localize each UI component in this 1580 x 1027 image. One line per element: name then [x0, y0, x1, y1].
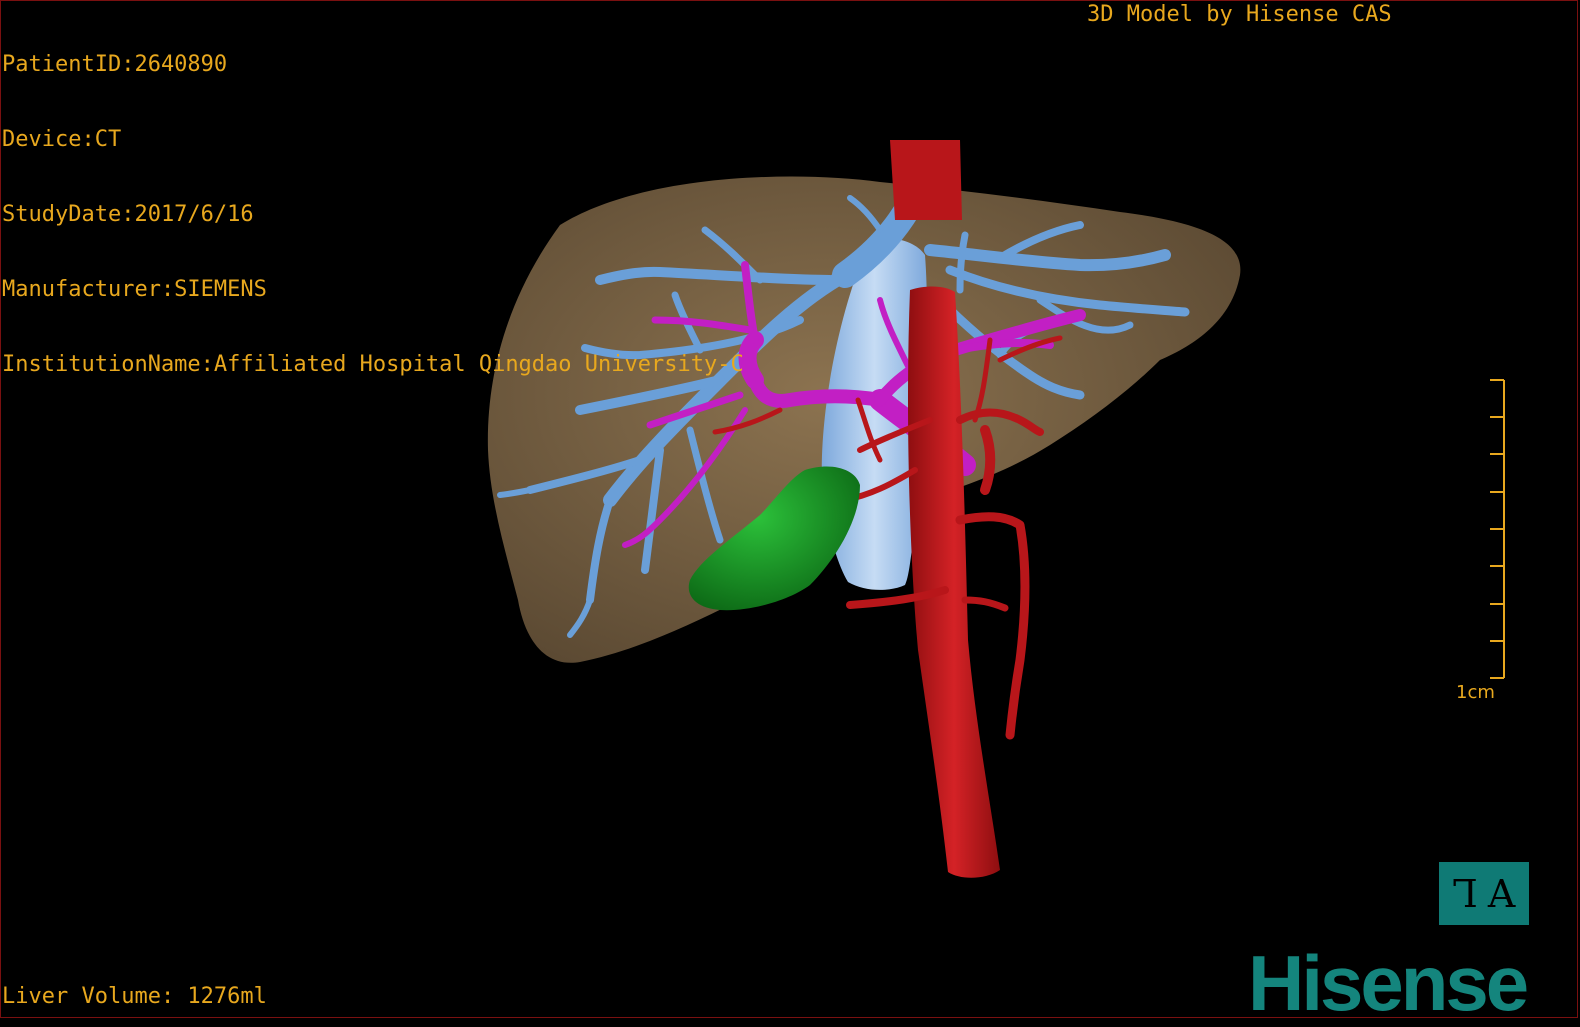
scale-bar-label: 1cm [1456, 682, 1495, 703]
device-text: Device:CT [2, 127, 122, 152]
institution-text: InstitutionName:Affiliated Hospital Qing… [2, 352, 744, 377]
hisense-logo: Hisense [1248, 939, 1529, 1027]
orientation-right-glyph: A [1487, 871, 1516, 916]
dicom-info-overlay: PatientID:2640890 Device:CT StudyDate:20… [2, 2, 744, 402]
orientation-left-glyph: Ꞁ [1452, 871, 1478, 916]
manufacturer-text: Manufacturer:SIEMENS [2, 277, 267, 302]
study-date-text: StudyDate:2017/6/16 [2, 202, 254, 227]
liver-volume-text: Liver Volume: 1276ml [2, 984, 267, 1009]
model-credit-text: 3D Model by Hisense CAS [1087, 2, 1392, 27]
scale-bar [1490, 379, 1505, 679]
view-orientation-button[interactable]: Ꞁ A [1439, 862, 1529, 925]
patient-id-text: PatientID:2640890 [2, 52, 228, 77]
